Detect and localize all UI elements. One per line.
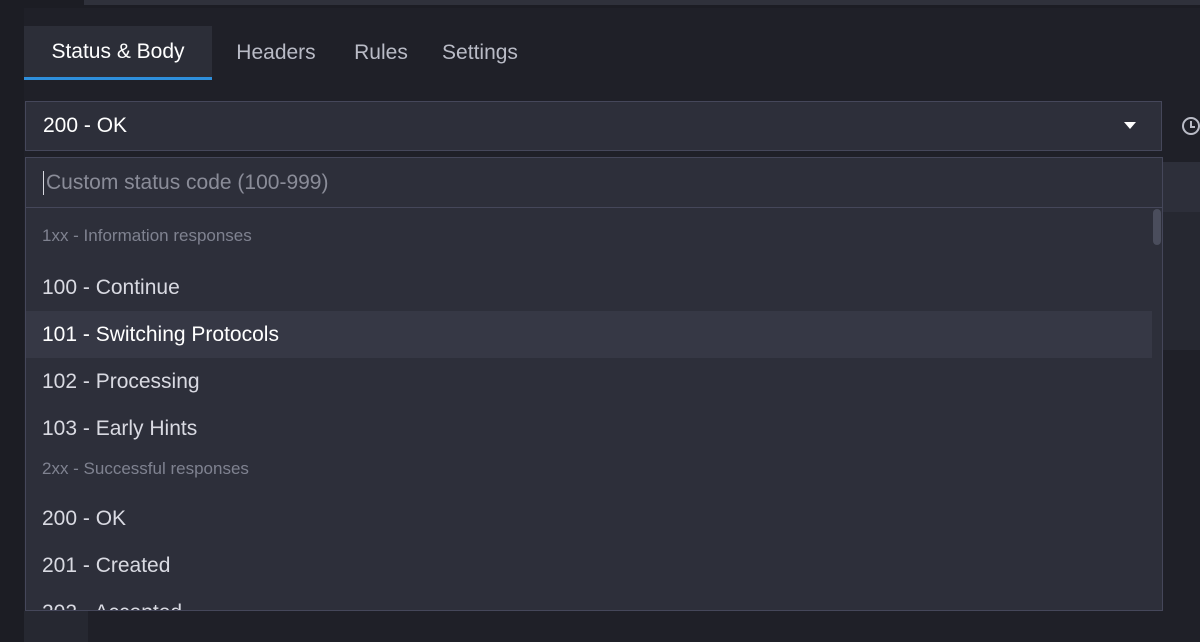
option-100[interactable]: 100 - Continue: [26, 264, 1152, 311]
option-200[interactable]: 200 - OK: [26, 495, 1152, 542]
side-panel: [1162, 162, 1200, 212]
caret-down-icon: [1124, 122, 1136, 129]
bottom-left-block: [24, 611, 88, 642]
option-202[interactable]: 202 - Accepted: [26, 589, 1152, 611]
clock-icon[interactable]: [1182, 117, 1200, 135]
option-103[interactable]: 103 - Early Hints: [26, 405, 1152, 452]
group-label-1xx: 1xx - Information responses: [42, 226, 252, 245]
tab-status-body[interactable]: Status & Body: [24, 26, 212, 80]
option-101[interactable]: 101 - Switching Protocols: [26, 311, 1152, 358]
tab-settings[interactable]: Settings: [422, 26, 538, 80]
tab-bar: Status & Body Headers Rules Settings: [24, 26, 538, 80]
group-label-2xx: 2xx - Successful responses: [42, 459, 249, 478]
tab-rules[interactable]: Rules: [340, 26, 422, 80]
left-gutter: [0, 0, 24, 642]
selected-status-value: 200 - OK: [43, 114, 128, 137]
status-code-select[interactable]: 200 - OK: [25, 101, 1162, 151]
text-cursor: [43, 170, 44, 195]
dropdown-scrollbar[interactable]: [1153, 209, 1161, 245]
status-code-dropdown: 1xx - Information responses 100 - Contin…: [25, 157, 1163, 611]
tab-headers[interactable]: Headers: [212, 26, 340, 80]
side-panel-lower: [1162, 212, 1200, 350]
top-bar: [84, 0, 1200, 5]
option-201[interactable]: 201 - Created: [26, 542, 1152, 589]
top-strip: [0, 0, 1200, 8]
custom-status-search: [26, 158, 1162, 208]
status-option-list: 1xx - Information responses 100 - Contin…: [26, 208, 1162, 611]
option-102[interactable]: 102 - Processing: [26, 358, 1152, 405]
custom-status-input[interactable]: [46, 170, 746, 195]
